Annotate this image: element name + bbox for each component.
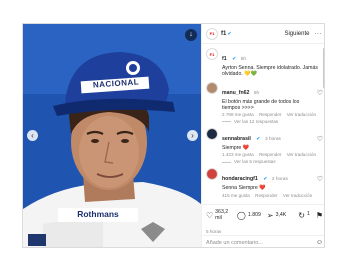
commenter-avatar[interactable] bbox=[206, 81, 218, 94]
comment-likes[interactable]: 2.768 me gusta bbox=[222, 112, 254, 117]
repost-icon[interactable]: ↻ bbox=[298, 211, 305, 220]
comment-count: 1.809 bbox=[247, 211, 261, 218]
comment-actions: 2.768 me gusta Responder Ver traducción bbox=[222, 112, 318, 117]
send-icon[interactable]: ➢ bbox=[267, 211, 274, 220]
comment-bubble-icon[interactable]: ◯ bbox=[237, 211, 246, 220]
comment-user[interactable]: manu_fn62 bbox=[222, 90, 249, 96]
comment-time: 3 horas bbox=[264, 137, 281, 143]
commenter-avatar[interactable] bbox=[206, 168, 218, 181]
comment-actions: 415 me gusta Responder Ver traducción bbox=[222, 193, 318, 198]
view-replies[interactable]: Ver las 5 respuestas bbox=[222, 159, 318, 164]
reply-button[interactable]: Responder bbox=[259, 152, 281, 157]
f1-logo-text: F1 bbox=[209, 31, 215, 36]
comment-item: hondaracingf1 ✔ 2 horas Senna Siempre ❤️… bbox=[206, 167, 323, 198]
commenter-avatar[interactable] bbox=[206, 128, 218, 141]
comment-time: 5h bbox=[253, 90, 260, 96]
commenter-verified-icon: ✔ bbox=[256, 136, 261, 143]
like-comment-heart-icon[interactable]: ♡ bbox=[317, 135, 323, 143]
post-header: F1 f1 ✔ Siguiente ··· bbox=[202, 24, 324, 44]
account-name[interactable]: f1 bbox=[221, 31, 226, 37]
follow-button[interactable]: Siguiente bbox=[284, 31, 309, 37]
comment-likes[interactable]: 1.423 me gusta bbox=[222, 152, 254, 157]
comment-text: Senna Siempre ❤️ bbox=[222, 185, 266, 192]
comments-scrollbar[interactable] bbox=[323, 48, 324, 88]
caption-avatar[interactable]: F1 bbox=[206, 48, 218, 60]
comment-item: manu_fn62 5h El botón más grande de todo… bbox=[206, 81, 323, 124]
post-image[interactable]: NACIONAL Rothmans ↓ ‹ › bbox=[23, 24, 201, 247]
caption-verified-icon: ✔ bbox=[232, 56, 237, 62]
bookmark-icon[interactable]: ⚑ bbox=[316, 211, 323, 220]
like-count: 363,2 mil bbox=[215, 208, 229, 221]
emoji-icon[interactable]: ☺ bbox=[316, 239, 323, 246]
view-replies-label: Ver las 5 respuestas bbox=[234, 159, 276, 165]
comment-user[interactable]: sennabrasil bbox=[222, 136, 251, 142]
comment-user[interactable]: hondaracingf1 bbox=[222, 176, 258, 182]
post-caption: F1 f1 ✔ 5h Ayrton Senna. Siempre idolatr… bbox=[206, 47, 323, 78]
suit-sponsor-text: Rothmans bbox=[77, 209, 119, 219]
comment-time: 2 horas bbox=[271, 177, 288, 183]
caption-account[interactable]: f1 bbox=[222, 56, 227, 62]
caption-text: Ayrton Senna. Siempre idolatrado. Jamás … bbox=[222, 65, 318, 78]
view-replies-label: Ver las 12 respuestas bbox=[234, 119, 279, 125]
like-comment-heart-icon[interactable]: ♡ bbox=[317, 175, 323, 183]
reply-button[interactable]: Responder bbox=[259, 112, 281, 117]
save-media-icon[interactable]: ↓ bbox=[185, 29, 197, 41]
translate-link[interactable]: Ver traducción bbox=[287, 112, 316, 117]
translate-link[interactable]: Ver traducción bbox=[287, 152, 316, 157]
comment-composer: ☺ bbox=[202, 235, 324, 247]
comment-action[interactable]: ◯ 1.809 bbox=[237, 211, 261, 220]
secondary-actions: ↻ 1 ⚑ bbox=[292, 210, 323, 220]
post-card: NACIONAL Rothmans ↓ ‹ › F1 f1 ✔ Siguient… bbox=[22, 23, 325, 248]
commenter-verified-icon: ✔ bbox=[263, 176, 268, 183]
post-time: 5 horas bbox=[206, 229, 222, 234]
more-options-icon[interactable]: ··· bbox=[315, 31, 323, 37]
post-side-panel: F1 f1 ✔ Siguiente ··· F1 f1 ✔ 5h Ayrton … bbox=[201, 24, 324, 247]
share-count: 3,4K bbox=[275, 211, 287, 218]
share-action[interactable]: ➢ 3,4K bbox=[267, 211, 287, 220]
comment-actions: 1.423 me gusta Responder Ver traducción bbox=[222, 152, 318, 157]
comment-text: Siempre ❤️ bbox=[222, 145, 250, 152]
like-action[interactable]: ♡ 363,2 mil bbox=[206, 208, 231, 221]
reply-button[interactable]: Responder bbox=[255, 193, 277, 198]
view-replies[interactable]: Ver las 12 respuestas bbox=[222, 119, 318, 124]
verified-badge-icon: ✔ bbox=[227, 30, 232, 37]
comment-likes[interactable]: 415 me gusta bbox=[222, 193, 250, 198]
comments-list[interactable]: F1 f1 ✔ 5h Ayrton Senna. Siempre idolatr… bbox=[202, 45, 324, 204]
comment-input[interactable] bbox=[206, 239, 316, 246]
next-arrow-icon[interactable]: › bbox=[187, 130, 198, 141]
caption-time: 5h bbox=[240, 57, 247, 62]
heart-icon[interactable]: ♡ bbox=[206, 211, 213, 220]
repost-count: 1 bbox=[306, 210, 310, 217]
caption-avatar-text: F1 bbox=[209, 51, 215, 57]
previous-arrow-icon[interactable]: ‹ bbox=[27, 130, 38, 141]
account-avatar[interactable]: F1 bbox=[206, 27, 218, 40]
translate-link[interactable]: Ver traducción bbox=[283, 193, 312, 198]
comment-text: El botón más grande de todos los tiempos… bbox=[222, 98, 300, 111]
like-comment-heart-icon[interactable]: ♡ bbox=[317, 89, 323, 97]
comment-item: sennabrasil ✔ 3 horas Siempre ❤️ 1.423 m… bbox=[206, 127, 323, 164]
post-actions-bar: ♡ 363,2 mil ◯ 1.809 ➢ 3,4K ↻ 1 ⚑ bbox=[202, 204, 324, 226]
